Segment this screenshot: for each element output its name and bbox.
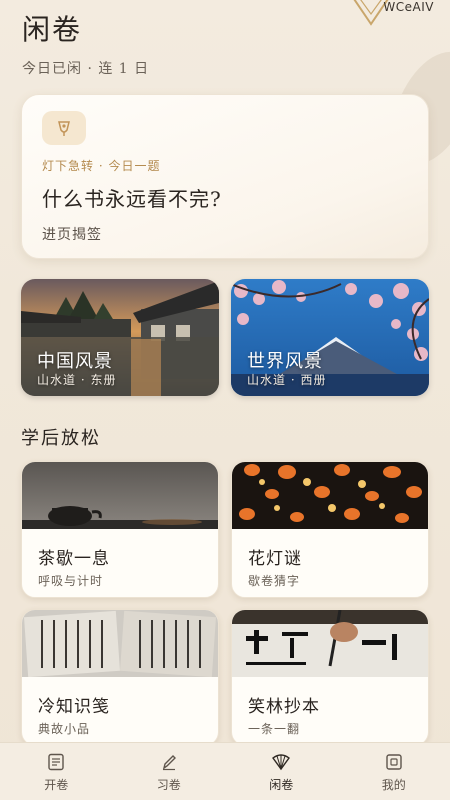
- tile-title: 花灯谜: [248, 549, 302, 569]
- world-scenery-card[interactable]: 世界风景 山水道 · 西册: [231, 279, 429, 396]
- bottom-tab-bar: 开卷 习卷 闲卷 我的: [0, 742, 450, 800]
- tile-subtitle: 一条一翻: [248, 722, 301, 736]
- section-title: 学后放松: [21, 428, 101, 449]
- page-title: 闲卷: [22, 13, 83, 46]
- tab-label: 开卷: [44, 778, 69, 792]
- tab-profile[interactable]: 我的: [338, 743, 450, 800]
- tab-open-book[interactable]: 开卷: [0, 743, 112, 800]
- lamp-icon: [42, 111, 86, 145]
- old-book-image: [22, 610, 218, 677]
- riddle-question: 什么书永远看不完?: [42, 187, 222, 211]
- daily-riddle-card[interactable]: 灯下急转 · 今日一题 什么书永远看不完? 进页揭签: [21, 94, 429, 259]
- fan-icon: [272, 754, 291, 771]
- book-icon: [48, 753, 64, 771]
- scene-subtitle: 山水道 · 东册: [37, 373, 117, 387]
- page-header: 闲卷 今日已闲 · 连 1 日: [22, 8, 149, 78]
- scene-title: 世界风景: [247, 351, 323, 372]
- tile-subtitle: 典故小品: [38, 722, 91, 736]
- scene-title: 中国风景: [37, 351, 113, 372]
- tile-subtitle: 歇卷猜字: [248, 574, 301, 588]
- tea-break-tile[interactable]: 茶歇一息 呼吸与计时: [21, 461, 219, 598]
- tea-image: [22, 462, 218, 529]
- jokes-copy-tile[interactable]: 笑林抄本 一条一翻: [231, 609, 429, 746]
- calligraphy-image: [232, 610, 428, 677]
- tile-title: 冷知识笺: [38, 697, 110, 717]
- profile-icon: [386, 754, 402, 770]
- riddle-kicker: 灯下急转 · 今日一题: [42, 159, 161, 173]
- logo-text: WCeAIV: [383, 0, 434, 14]
- tab-label: 我的: [381, 778, 406, 792]
- pen-icon: [162, 755, 176, 771]
- streak-text: 今日已闲 · 连 1 日: [22, 61, 150, 77]
- tab-practice[interactable]: 习卷: [113, 743, 225, 800]
- tab-label: 习卷: [156, 778, 181, 792]
- lanterns-image: [232, 462, 428, 529]
- lantern-riddle-tile[interactable]: 花灯谜 歇卷猜字: [231, 461, 429, 598]
- trivia-notes-tile[interactable]: 冷知识笺 典故小品: [21, 609, 219, 746]
- brand-logo: WCeAIV: [346, 0, 436, 26]
- tab-label: 闲卷: [269, 778, 294, 792]
- scene-subtitle: 山水道 · 西册: [247, 373, 327, 387]
- tile-title: 茶歇一息: [38, 549, 110, 569]
- tile-subtitle: 呼吸与计时: [38, 574, 104, 588]
- china-scenery-card[interactable]: 中国风景 山水道 · 东册: [21, 279, 219, 396]
- tab-leisure[interactable]: 闲卷: [225, 743, 337, 800]
- tile-title: 笑林抄本: [248, 697, 320, 717]
- reveal-answer-link[interactable]: 进页揭签: [42, 224, 102, 244]
